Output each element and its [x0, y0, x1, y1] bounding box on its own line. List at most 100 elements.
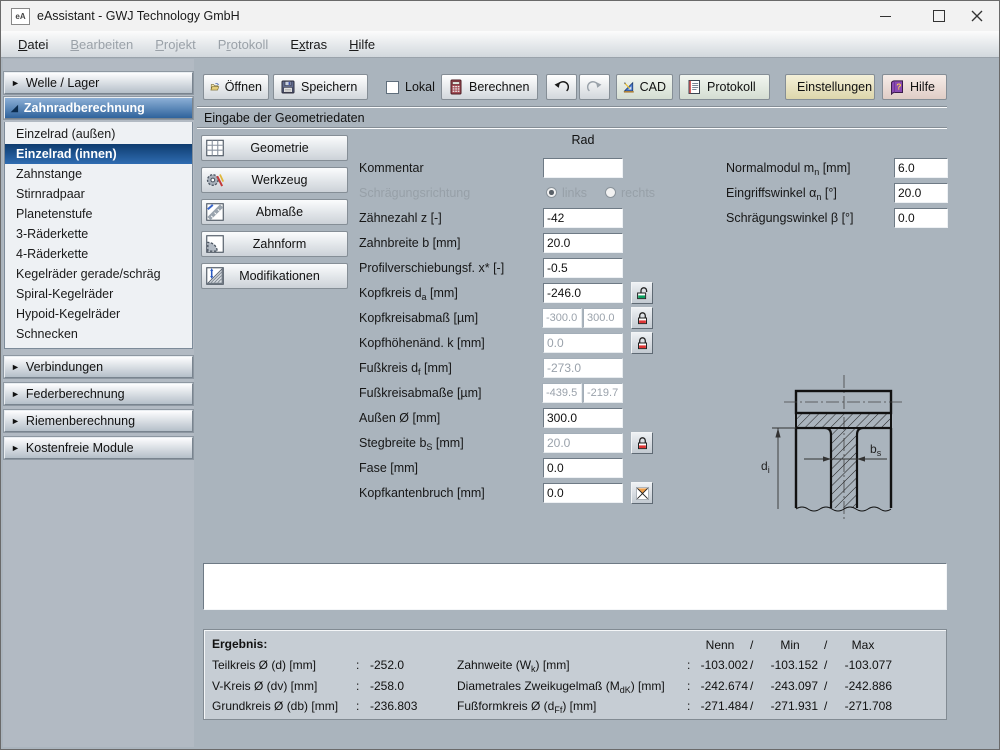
radio-links	[546, 187, 557, 198]
schraegungsrichtung-label: Schrägungsrichtung	[359, 186, 471, 200]
menu-extras[interactable]: Extras	[279, 37, 338, 52]
zaehnezahl-label: Zähnezahl z [-]	[359, 211, 442, 225]
kopfkreis-lock-button[interactable]	[631, 282, 653, 304]
sidebar-item-spiral-kegelraeder[interactable]: Spiral-Kegelräder	[5, 284, 192, 304]
fase-input[interactable]	[543, 458, 623, 478]
save-floppy-icon	[281, 80, 295, 94]
kopfkreisabmass-label: Kopfkreisabmaß [µm]	[359, 311, 479, 325]
save-button[interactable]: Speichern	[273, 74, 368, 100]
gear-cross-section-drawing: di bs	[761, 375, 903, 521]
profilverschiebung-label: Profilverschiebungsf. x* [-]	[359, 261, 505, 275]
form-row-stegbreite: Stegbreite bS [mm]	[359, 432, 679, 455]
fusskreis-input	[543, 358, 623, 378]
sidebar-item-schnecken[interactable]: Schnecken	[5, 324, 192, 344]
column-header-rad: Rad	[571, 133, 595, 147]
geometrie-tab-button[interactable]: Geometrie	[201, 135, 348, 161]
kopfkantenbruch-input[interactable]	[543, 483, 623, 503]
open-button[interactable]: Öffnen	[203, 74, 269, 100]
slash: /	[824, 638, 828, 652]
triangle-right-icon: ►	[11, 78, 20, 88]
werkzeug-label: Werkzeug	[251, 173, 308, 187]
di-dimension-label: di	[761, 459, 770, 475]
abmasse-tab-button[interactable]: Abmaße	[201, 199, 348, 225]
sidebar-item-3-raederkette[interactable]: 3-Räderkette	[5, 224, 192, 244]
eingriffswinkel-input[interactable]	[894, 183, 948, 203]
zahnbreite-input[interactable]	[543, 233, 623, 253]
sidebar-item-stirnradpaar[interactable]: Stirnradpaar	[5, 184, 192, 204]
modifikationen-tab-button[interactable]: Modifikationen	[201, 263, 348, 289]
close-icon	[971, 10, 983, 22]
radio-rechts	[605, 187, 616, 198]
lock-closed-icon	[637, 336, 647, 349]
divider	[197, 106, 947, 108]
normalmodul-input[interactable]	[894, 158, 948, 178]
save-label: Speichern	[301, 80, 358, 94]
fusskreisabmasse-max-input	[583, 383, 623, 403]
result-max: -242.886	[844, 679, 892, 693]
kopfhoehenaend-input	[543, 333, 623, 353]
form-row-fusskreisabmasse: Fußkreisabmaße [µm]	[359, 383, 679, 405]
result-min: -243.097	[770, 679, 818, 693]
schraegungswinkel-input[interactable]	[894, 208, 948, 228]
help-label: Hilfe	[910, 80, 936, 94]
menu-datei[interactable]: Datei	[7, 37, 59, 52]
app-window: eA eAssistant - GWJ Technology GmbH Date…	[0, 0, 1000, 750]
kopfkreisabmass-min-input	[542, 308, 582, 328]
undo-button[interactable]	[546, 74, 577, 100]
ruler-pencil-icon	[206, 203, 224, 221]
sidebar-item-hypoid-kegelraeder[interactable]: Hypoid-Kegelräder	[5, 304, 192, 324]
sidebar-section-welle-lager[interactable]: ► Welle / Lager	[3, 71, 194, 95]
calculate-button[interactable]: Berechnen	[441, 74, 538, 100]
sidebar-section-riemenberechnung[interactable]: ► Riemenberechnung	[3, 409, 194, 433]
sidebar-section-zahnradberechnung[interactable]: ◢ Zahnradberechnung	[3, 96, 194, 120]
radio-dot	[549, 190, 554, 195]
settings-button[interactable]: Einstellungen	[785, 74, 875, 100]
colon: :	[356, 679, 360, 693]
sidebar-section-verbindungen[interactable]: ► Verbindungen	[3, 355, 194, 379]
minimize-button[interactable]	[862, 1, 908, 31]
sidebar-section-kostenfreie-module[interactable]: ► Kostenfreie Module	[3, 436, 194, 460]
stegbreite-lock-button[interactable]	[631, 432, 653, 454]
menu-hilfe[interactable]: Hilfe	[338, 37, 386, 52]
zahnform-tab-button[interactable]: Zahnform	[201, 231, 348, 257]
cad-button[interactable]: CAD	[616, 74, 673, 100]
cad-label: CAD	[639, 80, 666, 94]
werkzeug-tab-button[interactable]: Werkzeug	[201, 167, 348, 193]
local-checkbox[interactable]	[386, 81, 399, 94]
slash: /	[824, 658, 828, 672]
gear-sector-icon	[206, 235, 224, 253]
kommentar-input[interactable]	[543, 158, 623, 178]
help-button[interactable]: ? Hilfe	[882, 74, 947, 100]
sidebar-item-kegelraeder[interactable]: Kegelräder gerade/schräg	[5, 264, 192, 284]
results-title: Ergebnis:	[212, 637, 268, 651]
sidebar-item-4-raederkette[interactable]: 4-Räderkette	[5, 244, 192, 264]
sidebar-item-einzelrad-innen[interactable]: Einzelrad (innen)	[5, 144, 192, 164]
kopfkreisabmass-lock-button[interactable]	[631, 307, 653, 329]
protocol-button[interactable]: Protokoll	[679, 74, 770, 100]
kopfhoehenaend-label: Kopfhöhenänd. k [mm]	[359, 336, 485, 350]
modifikationen-label: Modifikationen	[239, 269, 320, 283]
aussen-input[interactable]	[543, 408, 623, 428]
sidebar-item-zahnstange[interactable]: Zahnstange	[5, 164, 192, 184]
kopfkreis-input[interactable]	[543, 283, 623, 303]
help-book-icon: ?	[891, 80, 903, 95]
slash: /	[750, 638, 754, 652]
slash: /	[824, 699, 828, 713]
page-title: Eingabe der Geometriedaten	[204, 111, 365, 125]
result-label: Fußformkreis Ø (dFf) [mm]	[457, 699, 597, 715]
grid-icon	[206, 139, 224, 157]
zaehnezahl-input[interactable]	[543, 208, 623, 228]
triangle-right-icon: ►	[11, 443, 20, 453]
kopfhoehenaend-lock-button[interactable]	[631, 332, 653, 354]
lock-open-icon	[636, 286, 647, 299]
close-button[interactable]	[954, 1, 999, 31]
kopfkreisabmass-max-input	[583, 308, 623, 328]
form-row-zahnbreite: Zahnbreite b [mm]	[359, 233, 679, 255]
form-row-kopfkreis: Kopfkreis da [mm]	[359, 282, 679, 305]
sidebar-item-einzelrad-aussen[interactable]: Einzelrad (außen)	[5, 124, 192, 144]
sidebar-section-federberechnung[interactable]: ► Federberechnung	[3, 382, 194, 406]
sidebar-item-planetenstufe[interactable]: Planetenstufe	[5, 204, 192, 224]
kopfkantenbruch-chamfer-button[interactable]	[631, 482, 653, 504]
profilverschiebung-input[interactable]	[543, 258, 623, 278]
colon: :	[687, 699, 691, 713]
